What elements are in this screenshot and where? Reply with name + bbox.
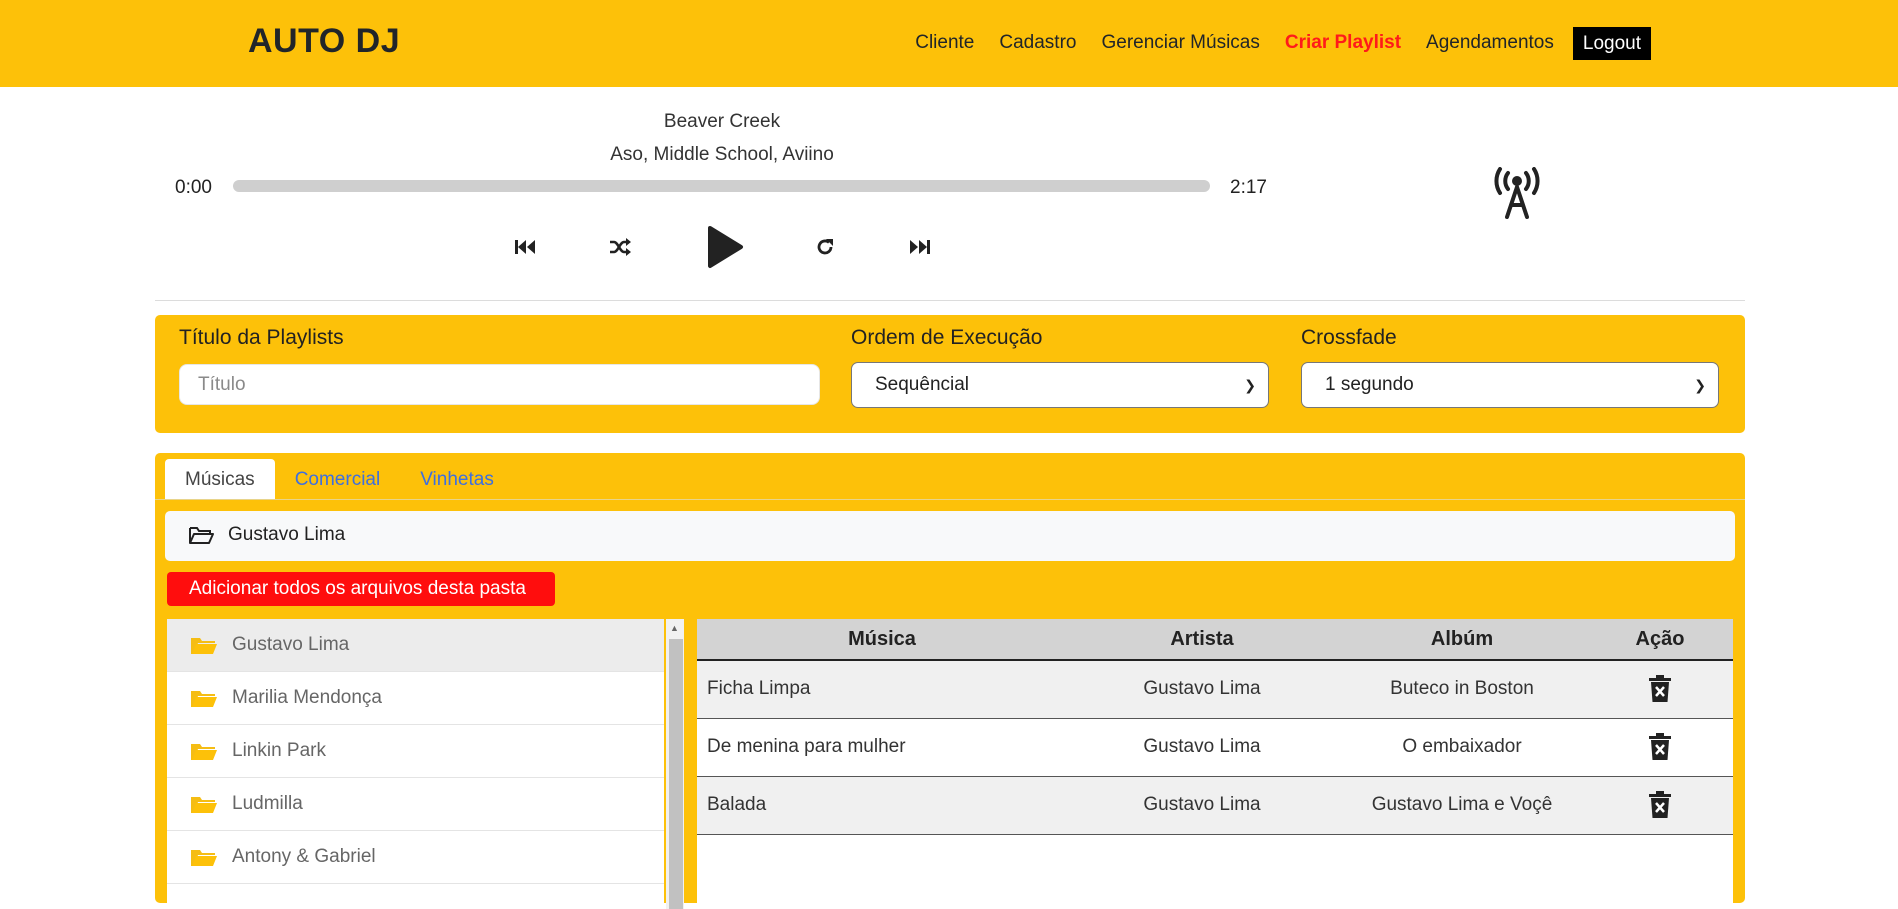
- crossfade-select-value: 1 segundo: [1325, 374, 1414, 395]
- app-brand[interactable]: AUTO DJ: [248, 22, 400, 61]
- play-icon: [708, 226, 743, 268]
- playlist-title-label: Título da Playlists: [179, 326, 344, 349]
- shuffle-button[interactable]: [600, 217, 640, 277]
- folder-name: Marilia Mendonça: [232, 687, 382, 708]
- col-acao: Ação: [1587, 619, 1733, 661]
- nav-agendamentos[interactable]: Agendamentos: [1426, 26, 1554, 60]
- song-album: Gustavo Lima e Voçê: [1337, 776, 1587, 835]
- crossfade-select[interactable]: 1 segundo ❯: [1301, 362, 1719, 408]
- shuffle-icon: [610, 238, 631, 256]
- top-navbar: AUTO DJ Cliente Cadastro Gerenciar Músic…: [0, 0, 1898, 87]
- folder-icon: [191, 744, 217, 760]
- trash-icon[interactable]: [1649, 675, 1671, 703]
- skip-back-button[interactable]: [505, 217, 545, 277]
- song-artist: Gustavo Lima: [1067, 718, 1337, 777]
- folder-name: Linkin Park: [232, 740, 326, 761]
- col-artista: Artista: [1067, 619, 1337, 661]
- action-cell: [1587, 718, 1733, 777]
- playlist-title-input[interactable]: [179, 364, 820, 405]
- action-cell: [1587, 660, 1733, 719]
- nav-gerenciar-musicas[interactable]: Gerenciar Músicas: [1101, 26, 1259, 60]
- col-album: Albúm: [1337, 619, 1587, 661]
- scroll-up-icon[interactable]: ▲: [670, 623, 679, 633]
- total-time: 2:17: [1230, 177, 1267, 198]
- table-row[interactable]: De menina para mulher Gustavo Lima O emb…: [697, 718, 1733, 777]
- trash-icon[interactable]: [1649, 733, 1671, 761]
- crossfade-label: Crossfade: [1301, 326, 1397, 349]
- folder-icon: [191, 797, 217, 813]
- folder-name: Gustavo Lima: [232, 634, 350, 655]
- radio-tower-icon[interactable]: [1489, 167, 1545, 219]
- order-label: Ordem de Execução: [851, 326, 1043, 349]
- logout-button[interactable]: Logout: [1572, 26, 1651, 60]
- folder-icon: [191, 850, 217, 866]
- progress-bar[interactable]: [233, 180, 1210, 192]
- tab-comercial[interactable]: Comercial: [275, 459, 401, 500]
- table-header-row: Música Artista Albúm Ação: [697, 619, 1733, 661]
- order-select[interactable]: Sequêncial ❯: [851, 362, 1269, 408]
- repeat-icon: [817, 239, 833, 255]
- song-artists: Aso, Middle School, Aviino: [610, 144, 834, 165]
- scroll-thumb[interactable]: [669, 639, 683, 909]
- chevron-down-icon: ❯: [1694, 377, 1706, 393]
- table-row[interactable]: Balada Gustavo Lima Gustavo Lima e Voçê: [697, 776, 1733, 835]
- skip-forward-icon: [910, 240, 930, 254]
- chevron-down-icon: ❯: [1244, 377, 1256, 393]
- folder-item[interactable]: Ludmilla: [167, 778, 664, 831]
- table-empty-row: [697, 834, 1733, 909]
- folder-item[interactable]: Gustavo Lima: [167, 619, 664, 672]
- folder-item[interactable]: Marilia Mendonça: [167, 672, 664, 725]
- table-row[interactable]: Ficha Limpa Gustavo Lima Buteco in Bosto…: [697, 660, 1733, 719]
- nav-cliente[interactable]: Cliente: [915, 26, 974, 60]
- library-panel: Músicas Comercial Vinhetas Gustavo Lima …: [155, 453, 1745, 909]
- skip-back-icon: [515, 240, 535, 254]
- song-album: O embaixador: [1337, 718, 1587, 777]
- repeat-button[interactable]: [805, 217, 845, 277]
- nav-links: Cliente Cadastro Gerenciar Músicas Criar…: [890, 26, 1651, 60]
- folder-list: Gustavo Lima Marilia Mendonça Linkin Par…: [167, 619, 664, 909]
- add-all-files-button[interactable]: Adicionar todos os arquivos desta pasta: [167, 572, 555, 606]
- breadcrumb: Gustavo Lima: [165, 511, 1735, 561]
- folder-icon: [191, 638, 217, 654]
- folder-open-icon: [189, 527, 214, 544]
- folder-item[interactable]: Antony & Gabriel: [167, 831, 664, 884]
- action-cell: [1587, 776, 1733, 835]
- song-artist: Gustavo Lima: [1067, 660, 1337, 719]
- folder-item[interactable]: Linkin Park: [167, 725, 664, 778]
- nav-criar-playlist[interactable]: Criar Playlist: [1285, 26, 1401, 60]
- audio-player: Beaver Creek Aso, Middle School, Aviino …: [155, 87, 1745, 301]
- folder-name: Antony & Gabriel: [232, 846, 376, 867]
- folder-name: Ludmilla: [232, 793, 303, 814]
- current-folder-name: Gustavo Lima: [228, 524, 346, 545]
- order-select-value: Sequêncial: [875, 374, 970, 395]
- nav-cadastro[interactable]: Cadastro: [999, 26, 1076, 60]
- col-musica: Música: [697, 619, 1067, 661]
- tab-divider: [155, 499, 1745, 500]
- player-controls: [155, 217, 1289, 277]
- songs-table: Música Artista Albúm Ação Ficha Limpa Gu…: [697, 619, 1733, 909]
- folder-list-scrollbar[interactable]: ▲: [666, 619, 684, 909]
- skip-forward-button[interactable]: [900, 217, 940, 277]
- play-button[interactable]: [700, 217, 750, 277]
- song-title: Beaver Creek: [663, 111, 781, 132]
- song-name: Ficha Limpa: [697, 660, 1067, 719]
- trash-icon[interactable]: [1649, 791, 1671, 819]
- song-name: De menina para mulher: [697, 718, 1067, 777]
- tab-vinhetas[interactable]: Vinhetas: [400, 459, 514, 500]
- tab-musicas[interactable]: Músicas: [165, 459, 275, 500]
- folder-icon: [191, 691, 217, 707]
- song-album: Buteco in Boston: [1337, 660, 1587, 719]
- library-tabs: Músicas Comercial Vinhetas: [165, 459, 514, 500]
- song-artist: Gustavo Lima: [1067, 776, 1337, 835]
- song-name: Balada: [697, 776, 1067, 835]
- playlist-form: Título da Playlists Ordem de Execução Se…: [155, 315, 1745, 433]
- current-time: 0:00: [175, 177, 212, 198]
